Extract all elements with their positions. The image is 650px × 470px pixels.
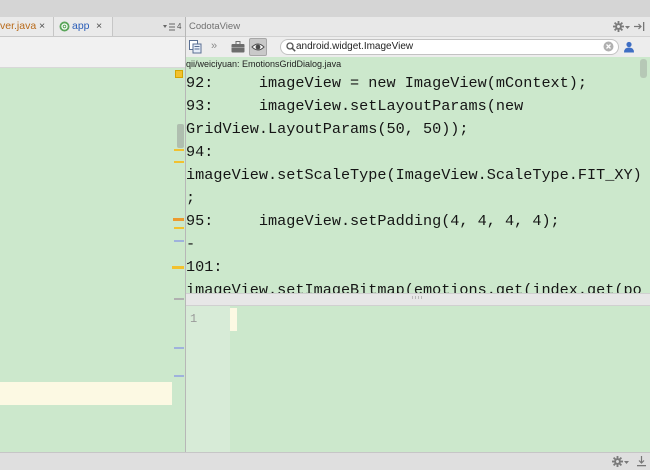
panel-title: CodotaView xyxy=(189,21,241,32)
copy-icon[interactable] xyxy=(189,40,202,54)
gear-icon[interactable] xyxy=(612,456,623,467)
error-stripe[interactable] xyxy=(172,68,185,452)
code-line: imageView.setImageBitmap(emotions.get(in… xyxy=(186,281,642,293)
editor-tab-ver-java[interactable]: ver.java × xyxy=(0,17,54,36)
code-line: 101: xyxy=(186,258,223,276)
info-stripe-mark[interactable] xyxy=(174,240,184,242)
tab-close-button[interactable]: × xyxy=(96,17,102,36)
search-input[interactable] xyxy=(296,40,596,54)
codota-panel-header: CodotaView xyxy=(186,17,650,37)
tab-label: ver.java xyxy=(0,20,37,32)
info-stripe-mark[interactable] xyxy=(174,375,184,377)
line-number: 1 xyxy=(190,312,198,326)
error-stripe-mark[interactable] xyxy=(173,218,184,221)
tab-list-icon xyxy=(163,23,175,31)
current-line-highlight xyxy=(230,308,237,331)
more-actions-button[interactable]: » xyxy=(211,38,217,54)
current-line-highlight xyxy=(0,382,172,405)
gear-icon[interactable] xyxy=(613,21,624,32)
info-stripe-mark[interactable] xyxy=(174,347,184,349)
hidden-tabs-count: 4 xyxy=(177,22,182,31)
eye-icon xyxy=(251,43,265,51)
warning-stripe-mark[interactable] xyxy=(172,266,184,269)
search-icon xyxy=(286,42,296,52)
chevron-down-icon[interactable] xyxy=(624,461,629,464)
scratch-editor[interactable]: 1 xyxy=(186,306,650,452)
code-line: 94: xyxy=(186,143,214,161)
codota-toolbar: » xyxy=(186,37,650,57)
code-line: 93: imageView.setLayoutParams(new xyxy=(186,97,524,115)
warning-stripe-mark[interactable] xyxy=(174,227,184,229)
inspection-status-icon[interactable] xyxy=(175,70,183,78)
warning-stripe-mark[interactable] xyxy=(174,161,184,163)
editor-scroll-thumb[interactable] xyxy=(177,124,184,148)
code-line: 92: imageView = new ImageView(mContext); xyxy=(186,74,588,92)
clear-icon[interactable] xyxy=(603,41,614,52)
code-line: GridView.LayoutParams(50, 50)); xyxy=(186,120,469,138)
horizontal-splitter[interactable] xyxy=(186,293,650,306)
view-toggle-button[interactable] xyxy=(249,38,267,56)
hidden-tabs-button[interactable]: 4 xyxy=(163,17,184,36)
splitter-handle[interactable] xyxy=(412,296,424,299)
code-line: imageView.setScaleType(ImageView.ScaleTy… xyxy=(186,166,642,184)
code-line: - xyxy=(186,235,196,253)
editor-tab-bar: ver.java × app × 4 xyxy=(0,17,185,37)
window-top-strip xyxy=(0,0,650,17)
result-scroll-thumb[interactable] xyxy=(640,59,647,78)
line-number-gutter: 1 xyxy=(186,306,230,452)
status-bar xyxy=(0,452,650,470)
hide-panel-icon[interactable] xyxy=(634,22,645,31)
briefcase-icon[interactable] xyxy=(231,41,245,53)
todo-stripe-mark[interactable] xyxy=(174,298,184,300)
warning-stripe-mark[interactable] xyxy=(174,149,184,151)
result-file-path[interactable]: qii/weiciyuan: EmotionsGridDialog.java xyxy=(186,57,650,72)
editor-tab-app[interactable]: app × xyxy=(54,17,113,36)
tab-close-button[interactable]: × xyxy=(39,17,45,36)
code-line: 95: imageView.setPadding(4, 4, 4, 4); xyxy=(186,212,560,230)
user-icon[interactable] xyxy=(623,41,635,53)
hide-bottom-icon[interactable] xyxy=(637,456,646,467)
editor-navigation-bar xyxy=(0,37,185,68)
search-field[interactable] xyxy=(280,39,619,55)
android-module-icon xyxy=(59,21,70,32)
code-line: ; xyxy=(186,189,196,207)
source-editor[interactable] xyxy=(0,68,172,452)
code-snippet: 92: imageView = new ImageView(mContext);… xyxy=(186,72,650,293)
tab-label: app xyxy=(72,20,90,32)
chevron-down-icon[interactable] xyxy=(625,26,630,29)
